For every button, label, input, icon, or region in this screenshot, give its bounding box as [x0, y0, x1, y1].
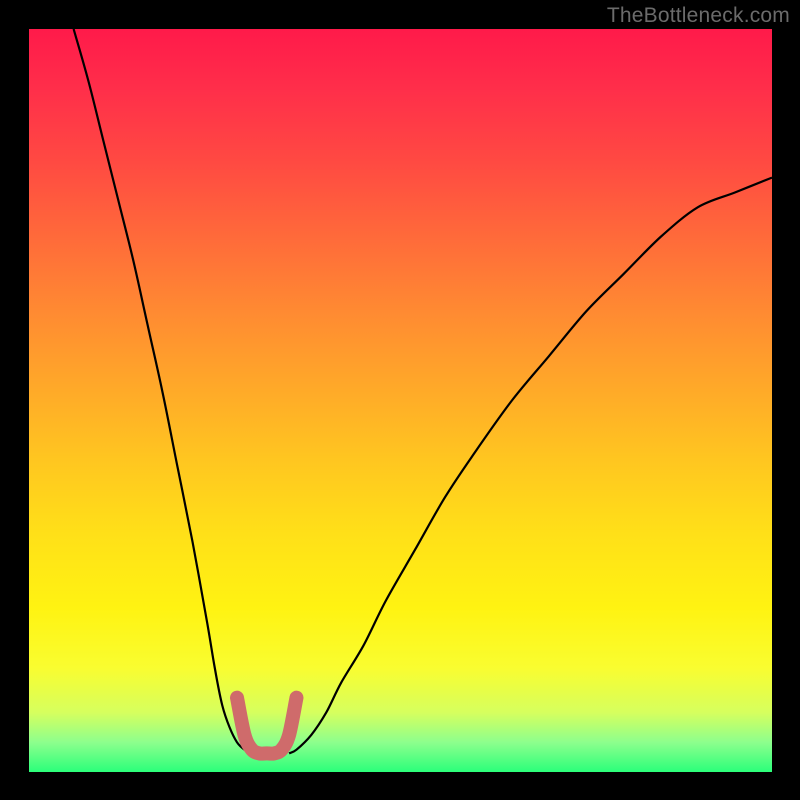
valley-marker	[237, 698, 297, 754]
curve-right	[289, 178, 772, 754]
chart-svg	[29, 29, 772, 772]
watermark-text: TheBottleneck.com	[607, 4, 790, 28]
chart-frame	[29, 29, 772, 772]
curve-left	[74, 29, 252, 753]
